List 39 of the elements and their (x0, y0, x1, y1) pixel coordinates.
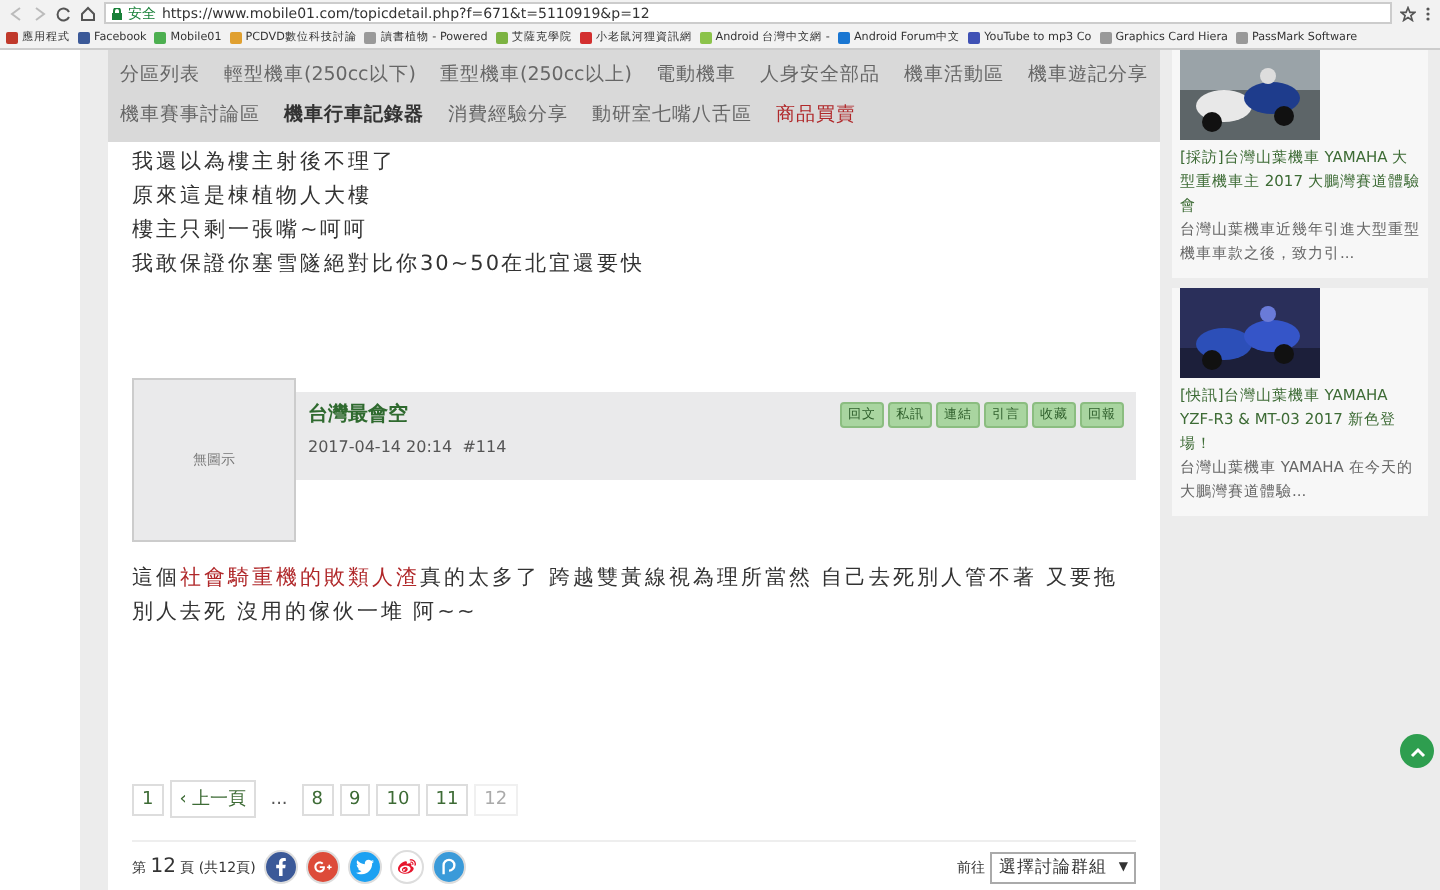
nav-link[interactable]: 分區列表 (120, 58, 200, 94)
nav-link[interactable]: 電動機車 (656, 58, 736, 94)
pagination-ellipsis: ... (268, 789, 290, 809)
post-body: 這個 社會騎重機的敗類人渣真的太多了 跨越雙黃線視為理所當然 自己去死別人管不著 又要拖別人去死 沒用的傢伙一堆 阿~~ (132, 564, 1121, 628)
nav-link[interactable]: 商品買賣 (776, 98, 856, 134)
menu-icon[interactable] (1424, 5, 1432, 21)
reload-icon[interactable] (56, 5, 72, 21)
author-link[interactable]: 台灣最會空 (308, 400, 408, 428)
post-text-line: 原來這是棟植物人大樓 (132, 182, 374, 212)
page-link[interactable]: ‹ 上一頁 (169, 780, 257, 818)
page-link[interactable]: 9 (339, 783, 371, 815)
nav-link[interactable]: 消費經驗分享 (448, 98, 568, 134)
post-text-line: 我還以為樓主射後不理了 (132, 148, 398, 178)
facebook-icon[interactable] (263, 850, 298, 884)
page-link[interactable]: 11 (425, 783, 469, 815)
page-link[interactable]: 8 (301, 783, 334, 815)
nav-link[interactable]: 機車活動區 (904, 58, 1004, 94)
twitter-icon[interactable] (347, 850, 382, 884)
nav-link[interactable]: 人身安全部品 (760, 58, 880, 94)
home-icon[interactable] (80, 5, 96, 21)
nav-link[interactable]: 機車賽事討論區 (120, 98, 260, 134)
keyword-link[interactable]: 社會騎重機的敗類人渣 (180, 566, 420, 590)
nav-link[interactable]: 動研室七嘴八舌區 (592, 98, 752, 134)
nav-link[interactable]: 機車行車記錄器 (284, 98, 424, 134)
nav-link[interactable]: 重型機車(250cc以上) (440, 58, 632, 94)
plurk-icon[interactable] (431, 850, 466, 884)
weibo-icon[interactable] (389, 850, 424, 884)
post-text-line: 我敢保證你塞雪隧絕對比你30~50在北宜還要快 (132, 250, 648, 280)
caret-up-icon (1409, 745, 1425, 757)
page-link[interactable]: 10 (376, 783, 420, 815)
google-plus-icon[interactable] (305, 850, 340, 884)
page-link[interactable]: 1 (132, 783, 164, 815)
post-text-line: 樓主只剩一張嘴~呵呵 (132, 216, 370, 246)
nav-link[interactable]: 機車遊記分享 (1028, 58, 1148, 94)
nav-link[interactable]: 輕型機車(250cc以下) (224, 58, 416, 94)
scroll-top-button[interactable] (1400, 734, 1434, 768)
star-icon[interactable] (1400, 5, 1416, 21)
post-meta: 2017-04-14 20:14 #114 (308, 438, 509, 456)
lock-icon (112, 7, 122, 19)
